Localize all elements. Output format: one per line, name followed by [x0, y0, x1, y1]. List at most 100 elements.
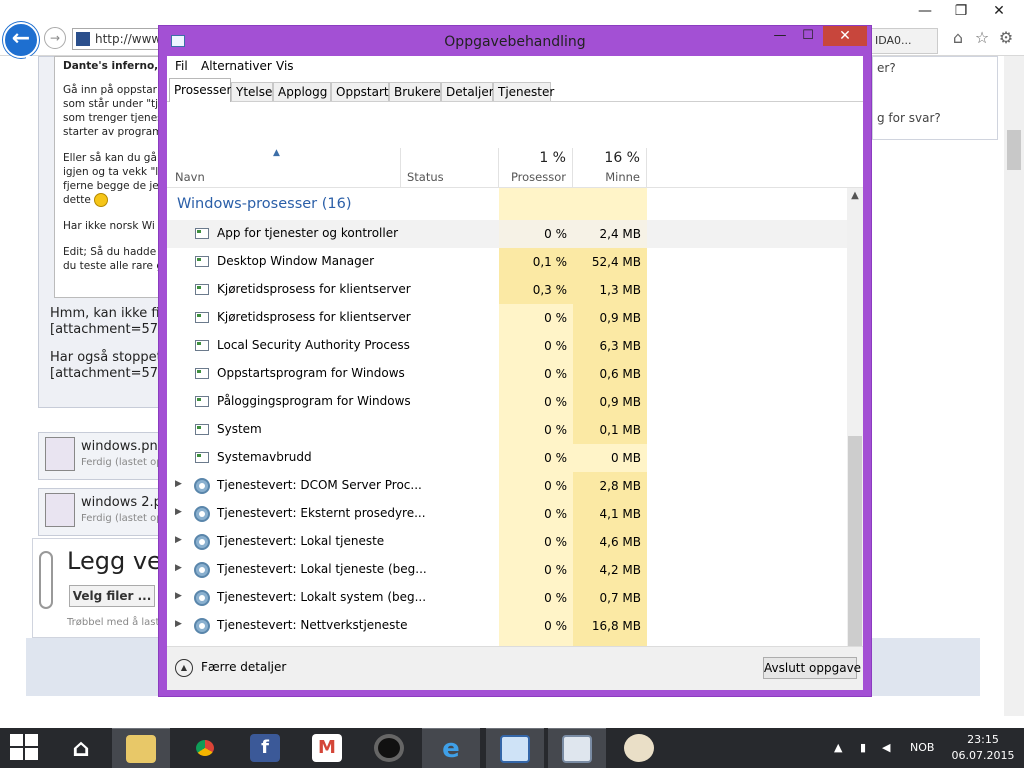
taskbar-task-manager[interactable] [548, 728, 606, 768]
scrollbar-thumb[interactable] [848, 436, 862, 652]
taskbar-camera[interactable] [360, 728, 418, 768]
tab-services[interactable]: Tjenester [493, 82, 554, 101]
menu-view[interactable]: Vis [276, 59, 294, 73]
quote-line: som trenger tjenes [63, 112, 163, 124]
chevron-up-icon[interactable]: ▲ [175, 659, 193, 677]
taskbar-home[interactable]: ⌂ [52, 728, 110, 768]
browser-scrollbar[interactable] [1004, 56, 1024, 716]
home-icon[interactable]: ⌂ [948, 28, 968, 48]
process-name: App for tjenester og kontroller [217, 226, 399, 240]
service-gear-icon [194, 534, 210, 550]
window-title: Oppgavebehandling [444, 34, 586, 50]
folder-icon [126, 735, 156, 763]
tools-gear-icon[interactable]: ⚙ [996, 28, 1016, 48]
tab-processes[interactable]: Prosesser [169, 78, 232, 102]
tab-details[interactable]: Detaljer [441, 82, 494, 101]
expand-chevron-icon[interactable]: ▶ [175, 535, 185, 545]
tray-expand-icon[interactable]: ▲ [834, 728, 842, 768]
footer-bar: ▲ Færre detaljer Avslutt oppgave [167, 646, 863, 690]
taskbar-internet-explorer[interactable]: e [422, 728, 480, 768]
column-status[interactable]: Status [401, 148, 499, 188]
network-icon[interactable]: ▮ [860, 728, 866, 768]
quote-line: igjen og ta vekk "lo [63, 166, 165, 178]
choose-files-button[interactable]: Velg filer ... [69, 585, 155, 607]
taskbar-remote-desktop[interactable] [486, 728, 544, 768]
upload-help-link[interactable]: Trøbbel med å last [67, 617, 159, 628]
process-row[interactable]: System 0 % 0,1 MB [167, 416, 847, 444]
side-panel: er? g for svar? [872, 56, 998, 140]
expand-chevron-icon[interactable]: ▶ [175, 507, 185, 517]
taskbar-gmail[interactable]: M [298, 728, 356, 768]
volume-muted-icon[interactable]: ◀ [882, 728, 890, 768]
column-cpu[interactable]: 1 % Prosessor [499, 148, 573, 188]
taskbar-chrome[interactable] [176, 728, 234, 768]
attachment-thumbnail [45, 493, 75, 527]
process-row[interactable]: ▶ Tjenestevert: Lokal tjeneste 0 % 4,6 MB [167, 528, 847, 556]
forward-arrow-icon[interactable]: → [44, 27, 66, 49]
process-row[interactable]: ▶ Tjenestevert: Lokal tjeneste (beg... 0 %… [167, 556, 847, 584]
process-list-scrollbar[interactable]: ▲ ▼ [847, 188, 863, 672]
column-memory[interactable]: 16 % Minne [573, 148, 647, 188]
taskbar-file-explorer[interactable] [112, 728, 170, 768]
quote-line: du teste alle rare g [63, 260, 163, 272]
browser-restore-icon[interactable]: ❐ [946, 0, 976, 22]
tab-startup[interactable]: Oppstart [331, 82, 389, 101]
process-memory: 4,6 MB [573, 528, 647, 556]
process-memory: 0,9 MB [573, 388, 647, 416]
browser-minimize-icon[interactable]: — [910, 0, 940, 22]
title-bar[interactable]: Oppgavebehandling — ☐ ✕ [159, 26, 871, 56]
camera-icon [374, 734, 404, 762]
browser-tab[interactable]: IDA0... [870, 28, 938, 54]
cpu-total: 1 % [539, 150, 566, 166]
scroll-up-icon[interactable]: ▲ [847, 190, 863, 201]
process-row[interactable]: Oppstartsprogram for Windows 0 % 0,6 MB [167, 360, 847, 388]
start-windows-icon[interactable] [10, 734, 40, 762]
close-button[interactable]: ✕ [823, 26, 867, 46]
process-row[interactable]: Systemavbrudd 0 % 0 MB [167, 444, 847, 472]
process-row[interactable]: App for tjenester og kontroller 0 % 2,4 MB [167, 220, 847, 248]
process-row[interactable]: ▶ Tjenestevert: DCOM Server Proc... 0 % 2,8… [167, 472, 847, 500]
end-task-button[interactable]: Avslutt oppgave [763, 657, 861, 679]
menu-file[interactable]: Fil [175, 59, 188, 73]
attachment-thumbnail [45, 437, 75, 471]
menu-options[interactable]: Alternativer [201, 59, 272, 73]
input-language[interactable]: NOB [910, 728, 934, 768]
side-panel-text[interactable]: g for svar? [877, 111, 941, 125]
expand-chevron-icon[interactable]: ▶ [175, 479, 185, 489]
process-name: Desktop Window Manager [217, 254, 375, 268]
taskbar-facebook[interactable]: f [236, 728, 294, 768]
service-gear-icon [194, 506, 210, 522]
browser-scrollbar-thumb[interactable] [1007, 130, 1021, 170]
process-row[interactable]: Kjøretidsprosess for klientserver 0 % 0,9 … [167, 304, 847, 332]
group-header: Windows-prosesser (16) [167, 190, 847, 220]
back-arrow-icon[interactable]: ← [3, 22, 39, 58]
process-name: Local Security Authority Process [217, 338, 410, 352]
process-row[interactable]: Desktop Window Manager 0,1 % 52,4 MB [167, 248, 847, 276]
process-row[interactable]: ▶ Tjenestevert: Lokalt system (beg... 0 % 0… [167, 584, 847, 612]
internet-explorer-icon: e [442, 734, 460, 764]
side-panel-text[interactable]: er? [877, 61, 896, 75]
process-row[interactable]: ▶ Tjenestevert: Eksternt prosedyre... 0 % 4… [167, 500, 847, 528]
process-row[interactable]: Local Security Authority Process 0 % 6,3 M… [167, 332, 847, 360]
expand-chevron-icon[interactable]: ▶ [175, 619, 185, 629]
tab-app-history[interactable]: Applogg [273, 82, 331, 101]
taskbar-paint[interactable] [610, 728, 668, 768]
process-row[interactable]: Påloggingsprogram for Windows 0 % 0,9 MB [167, 388, 847, 416]
minimize-button[interactable]: — [767, 26, 793, 46]
maximize-button[interactable]: ☐ [795, 26, 821, 46]
fewer-details-link[interactable]: Færre detaljer [201, 660, 286, 674]
process-memory: 1,3 MB [573, 276, 647, 304]
process-row[interactable]: ▶ Tjenestevert: Nettverkstjeneste 0 % 16,8 … [167, 612, 847, 640]
process-row[interactable]: Kjøretidsprosess for klientserver 0,3 % 1,… [167, 276, 847, 304]
service-gear-icon [194, 590, 210, 606]
clock[interactable]: 23:15 06.07.2015 [946, 732, 1020, 764]
browser-close-icon[interactable]: ✕ [984, 0, 1014, 22]
tab-performance[interactable]: Ytelse [231, 82, 273, 101]
expand-chevron-icon[interactable]: ▶ [175, 563, 185, 573]
process-cpu: 0 % [544, 367, 567, 381]
smiley-icon [94, 193, 109, 207]
expand-chevron-icon[interactable]: ▶ [175, 591, 185, 601]
favorites-star-icon[interactable]: ☆ [972, 28, 992, 48]
tab-users[interactable]: Brukere [389, 82, 441, 101]
column-name[interactable]: Navn [167, 148, 401, 188]
